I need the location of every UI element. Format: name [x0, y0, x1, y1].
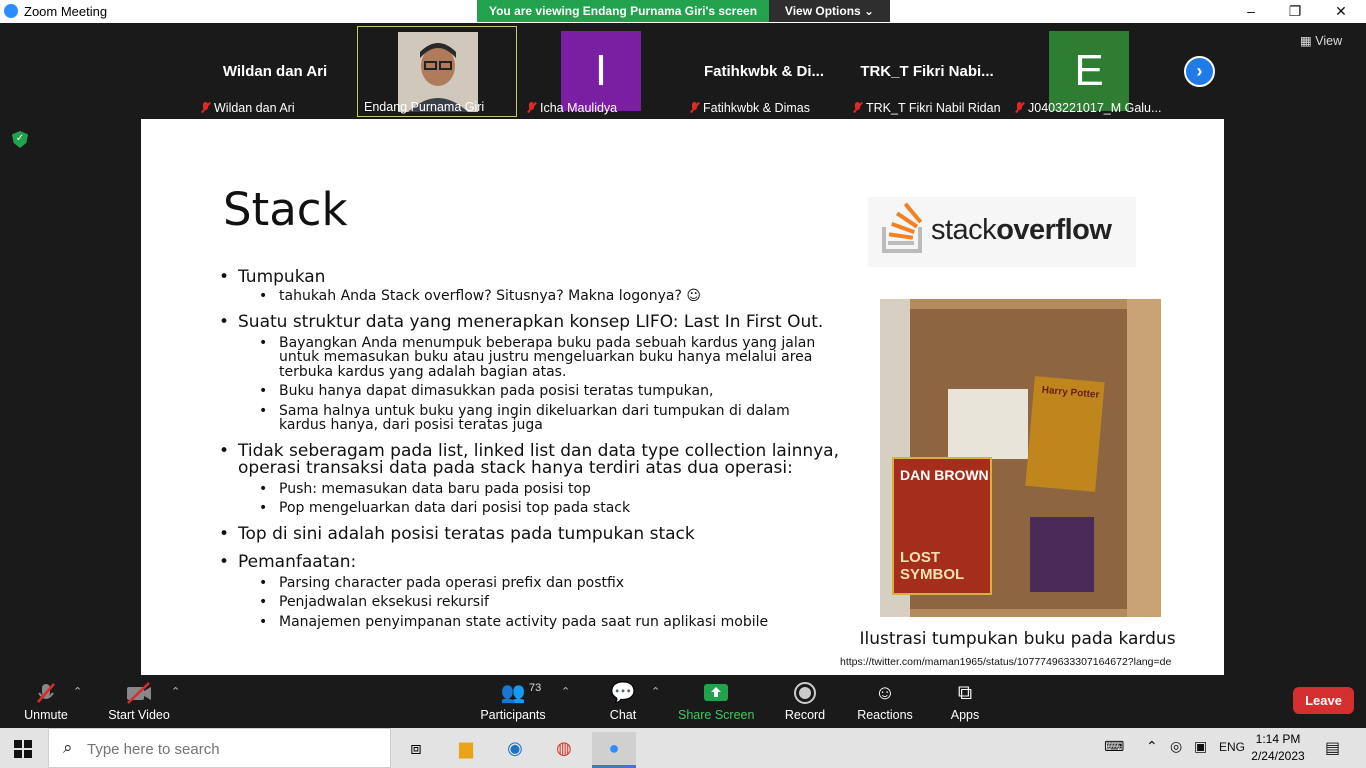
meeting-controls-toolbar: Unmute ⌃ Start Video ⌃ 👥 Participants 73…: [0, 675, 1366, 728]
sub-bullet: Pop mengeluarkan data dari posisi top pa…: [219, 501, 839, 516]
show-hidden-icons-chevron-icon[interactable]: ⌃: [1146, 738, 1158, 755]
restore-button[interactable]: ❐: [1272, 0, 1318, 23]
task-view-icon[interactable]: ⧈: [394, 732, 438, 768]
participant-label: TRK_T Fikri Nabil Ridan: [853, 101, 1003, 115]
record-icon: [794, 682, 816, 704]
participant-tile[interactable]: Fatihkwbk & Di... Fatihkwbk & Dimas: [684, 26, 844, 117]
sub-bullet: tahukah Anda Stack overflow? Situsnya? M…: [219, 289, 839, 304]
sub-bullet: Buku hanya dapat dimasukkan pada posisi …: [219, 384, 839, 399]
zoom-taskbar-icon[interactable]: ●: [592, 732, 636, 768]
bullet: Pemanfaatan:: [219, 553, 839, 571]
taskbar-search[interactable]: ⌕: [48, 728, 391, 768]
reactions-button[interactable]: ☺ Reactions: [856, 675, 914, 728]
slide-bullet-list: Tumpukan tahukah Anda Stack overflow? Si…: [219, 269, 839, 629]
minimize-button[interactable]: –: [1228, 0, 1274, 23]
encryption-shield-icon[interactable]: ✓: [12, 131, 28, 148]
webcam-tray-icon[interactable]: ◎: [1170, 738, 1182, 755]
chat-icon: 💬: [610, 682, 636, 704]
chat-caret-icon[interactable]: ⌃: [651, 685, 660, 698]
participant-tile-active[interactable]: Endang Purnama Giri: [357, 26, 517, 117]
edge-browser-icon[interactable]: ◉: [493, 732, 537, 768]
shared-screen-slide: Stack Tumpukan tahukah Anda Stack overfl…: [141, 119, 1224, 675]
book-box-photo: Harry Potter DAN BROWN LOST SYMBOL: [880, 299, 1161, 617]
participant-display-name: Wildan dan Ari: [222, 63, 328, 80]
window-title: Zoom Meeting: [24, 4, 108, 19]
unmute-button[interactable]: Unmute: [16, 675, 76, 728]
view-button[interactable]: ▦ View: [1300, 33, 1342, 48]
participant-gallery: Wildan dan Ari Wildan dan Ari Endang Pur…: [0, 23, 1366, 119]
zoom-app-icon: [4, 4, 18, 18]
book-cover: DAN BROWN LOST SYMBOL: [892, 457, 992, 595]
leave-button[interactable]: Leave: [1293, 687, 1354, 714]
share-screen-icon: [704, 684, 728, 701]
participant-display-name: TRK_T Fikri Nabi...: [860, 63, 994, 80]
bullet: Tidak seberagam pada list, linked list d…: [219, 442, 839, 477]
logo-tray-icon: [882, 227, 922, 253]
taskbar-clock[interactable]: 1:14 PM 2/24/2023: [1248, 731, 1308, 765]
book-cover: [1030, 517, 1094, 592]
next-page-chevron-icon[interactable]: ›: [1184, 56, 1215, 87]
muted-mic-icon: [690, 102, 699, 113]
sub-bullet: Push: memasukan data baru pada posisi to…: [219, 481, 839, 497]
close-button[interactable]: ✕: [1318, 0, 1364, 23]
book-stack: [948, 389, 1028, 459]
audio-options-caret-icon[interactable]: ⌃: [73, 685, 82, 698]
chat-button[interactable]: 💬 Chat: [598, 675, 648, 728]
reactions-smiley-icon: ☺: [874, 682, 896, 704]
windows-start-icon[interactable]: [14, 740, 32, 758]
book-cover: Harry Potter: [1025, 376, 1105, 492]
participant-label: Fatihkwbk & Dimas: [690, 101, 840, 115]
grid-icon: ▦: [1300, 34, 1312, 48]
bullet: Tumpukan: [219, 269, 839, 287]
participant-label: Endang Purnama Giri: [364, 100, 485, 114]
video-options-caret-icon[interactable]: ⌃: [171, 685, 180, 698]
participant-tile[interactable]: Wildan dan Ari Wildan dan Ari: [195, 26, 355, 117]
muted-mic-icon: [201, 102, 210, 113]
participant-tile[interactable]: E J0403221017_M Galu...: [1009, 26, 1169, 117]
photo-caption: Ilustrasi tumpukan buku pada kardus: [859, 629, 1176, 649]
file-explorer-icon[interactable]: ▆: [444, 732, 488, 768]
participants-caret-icon[interactable]: ⌃: [561, 685, 570, 698]
sub-bullet: Bayangkan Anda menumpuk beberapa buku pa…: [219, 335, 839, 380]
participant-label: Wildan dan Ari: [201, 101, 351, 115]
muted-mic-icon: [853, 102, 862, 113]
notifications-icon[interactable]: ▤: [1325, 738, 1340, 758]
search-icon: ⌕: [63, 738, 73, 757]
participant-display-name: Fatihkwbk & Di...: [703, 63, 824, 80]
sub-bullet: Sama halnya untuk buku yang ingin dikelu…: [219, 403, 839, 433]
participant-tile[interactable]: TRK_T Fikri Nabi... TRK_T Fikri Nabil Ri…: [847, 26, 1007, 117]
participant-avatar: E: [1049, 31, 1129, 111]
start-video-button[interactable]: Start Video: [104, 675, 174, 728]
participant-label: Icha Maulidya: [527, 101, 677, 115]
bullet: Suatu struktur data yang menerapkan kons…: [219, 313, 839, 331]
muted-mic-icon: [527, 102, 536, 113]
record-button[interactable]: Record: [780, 675, 830, 728]
bullet: Top di sini adalah posisi teratas pada t…: [219, 525, 839, 543]
muted-microphone-icon: [37, 683, 55, 703]
chrome-browser-icon[interactable]: ◍: [542, 732, 586, 768]
logo-text: stackoverflow: [931, 214, 1112, 246]
participants-count: 73: [529, 682, 542, 694]
video-off-icon: [127, 682, 151, 704]
participant-label: J0403221017_M Galu...: [1015, 101, 1165, 115]
slide-title: Stack: [223, 183, 348, 236]
muted-mic-icon: [1015, 102, 1024, 113]
participant-avatar: I: [561, 31, 641, 111]
screen-share-banner: You are viewing Endang Purnama Giri's sc…: [477, 0, 769, 22]
windows-taskbar: ⌕ ⧈ ▆ ◉ ◍ ● ⌨ ⌃ ◎ ▣ ENG 1:14 PM 2/24/202…: [0, 728, 1366, 768]
taskbar-search-input[interactable]: [87, 737, 377, 761]
sub-bullet: Manajemen penyimpanan state activity pad…: [219, 614, 839, 630]
apps-button[interactable]: ⧉ Apps: [945, 675, 985, 728]
source-url: https://twitter.com/maman1965/status/107…: [840, 656, 1172, 668]
stackoverflow-logo: stackoverflow: [868, 197, 1136, 267]
view-options-button[interactable]: View Options ⌄: [769, 0, 890, 22]
share-screen-button[interactable]: Share Screen: [678, 675, 754, 728]
keyboard-tray-icon[interactable]: ⌨: [1104, 738, 1124, 755]
sub-bullet: Parsing character pada operasi prefix da…: [219, 575, 839, 591]
language-indicator[interactable]: ENG: [1219, 740, 1245, 754]
participant-tile[interactable]: I Icha Maulidya: [521, 26, 681, 117]
sub-bullet: Penjadwalan eksekusi rekursif: [219, 595, 839, 610]
apps-icon: ⧉: [957, 682, 973, 704]
network-tray-icon[interactable]: ▣: [1194, 738, 1207, 755]
